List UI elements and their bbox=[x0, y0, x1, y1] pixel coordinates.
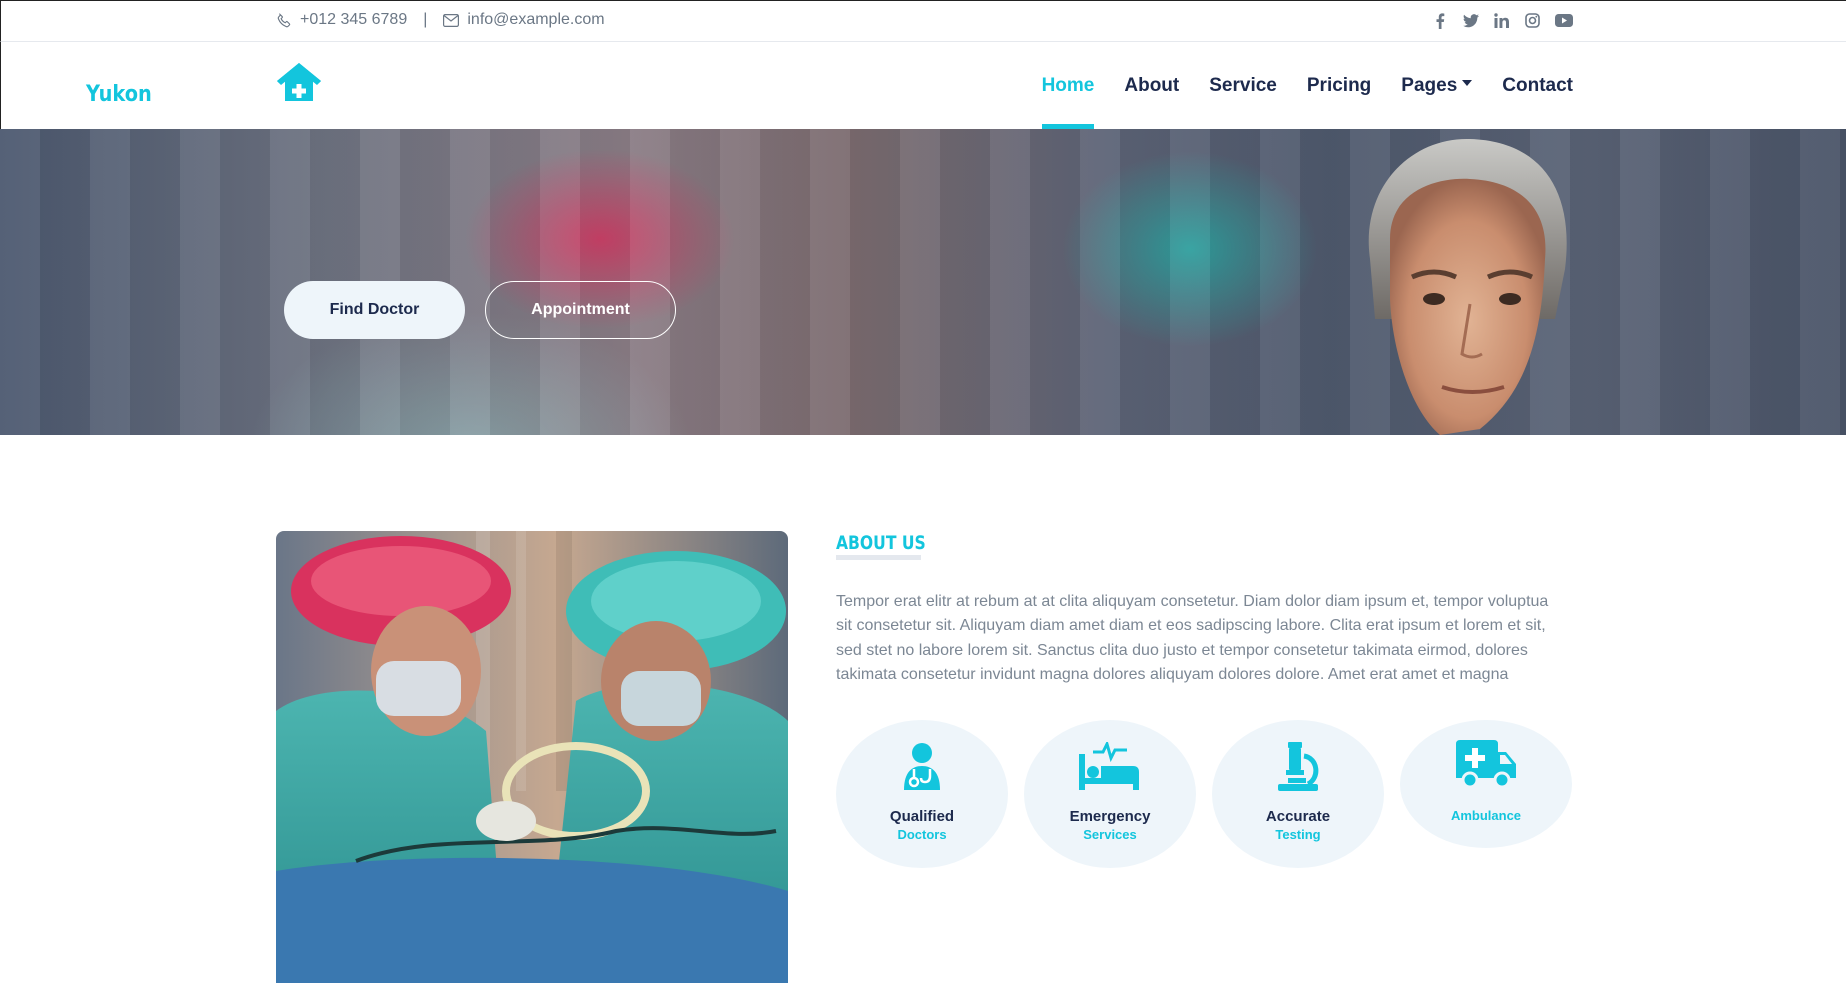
feature-qualified-doctors: Qualified Doctors bbox=[836, 720, 1008, 868]
phone-icon bbox=[277, 12, 292, 28]
nav-pricing[interactable]: Pricing bbox=[1307, 42, 1371, 129]
feature-subtitle: Ambulance bbox=[1450, 808, 1522, 823]
heading-underline bbox=[836, 555, 921, 560]
main-navbar: Yukon Home About Service Pricing Pages C… bbox=[0, 42, 1846, 129]
feature-ambulance: Ambulance bbox=[1400, 720, 1572, 848]
procedures-bed-icon bbox=[1079, 739, 1141, 795]
email-item: info@example.com bbox=[443, 11, 605, 29]
linkedin-icon[interactable] bbox=[1492, 11, 1511, 30]
doctor-portrait-image bbox=[1368, 138, 1567, 435]
nav-home[interactable]: Home bbox=[1041, 42, 1094, 129]
microscope-icon bbox=[1274, 742, 1322, 797]
email-address[interactable]: info@example.com bbox=[467, 11, 604, 29]
feature-subtitle: Doctors bbox=[897, 827, 947, 842]
feature-title: Qualified bbox=[889, 808, 955, 825]
ambulance-icon bbox=[1456, 740, 1516, 793]
nav-about[interactable]: About bbox=[1124, 42, 1179, 129]
topbar: +012 345 6789 | info@example.com bbox=[0, 0, 1846, 42]
feature-subtitle: Testing bbox=[1275, 827, 1321, 842]
contact-info: +012 345 6789 | info@example.com bbox=[277, 11, 605, 29]
find-doctor-button[interactable]: Find Doctor bbox=[284, 281, 465, 339]
caret-down-icon bbox=[1462, 79, 1473, 86]
phone-number: +012 345 6789 bbox=[300, 11, 408, 28]
hospital-house-icon bbox=[276, 62, 322, 107]
brand-logo[interactable] bbox=[276, 62, 322, 107]
envelope-icon bbox=[443, 13, 460, 27]
about-heading: ABOUT US bbox=[836, 532, 926, 554]
hero-banner: Find Doctor Appointment bbox=[0, 129, 1846, 435]
feature-accurate-testing: Accurate Testing bbox=[1212, 720, 1384, 868]
nav-pages-dropdown[interactable]: Pages bbox=[1401, 42, 1473, 129]
nav-contact[interactable]: Contact bbox=[1502, 42, 1573, 129]
phone-item: +012 345 6789 bbox=[277, 11, 407, 29]
nav-service[interactable]: Service bbox=[1209, 42, 1277, 129]
feature-title: Emergency bbox=[1069, 808, 1151, 825]
about-paragraph: Tempor erat elitr at rebum at at clita a… bbox=[836, 593, 1549, 684]
facebook-icon[interactable] bbox=[1430, 11, 1449, 30]
doctor-icon bbox=[900, 742, 944, 795]
social-links bbox=[1430, 11, 1573, 30]
brand-name[interactable]: Yukon bbox=[86, 82, 152, 107]
appointment-button[interactable]: Appointment bbox=[485, 281, 676, 339]
feature-subtitle: Services bbox=[1083, 827, 1137, 842]
main-menu: Home About Service Pricing Pages Contact bbox=[1041, 42, 1573, 129]
surgeons-image bbox=[276, 531, 788, 983]
feature-title: Accurate bbox=[1265, 808, 1331, 825]
nav-pages-label: Pages bbox=[1401, 74, 1458, 96]
contact-separator: | bbox=[423, 11, 428, 28]
feature-emergency-services: Emergency Services bbox=[1024, 720, 1196, 868]
twitter-icon[interactable] bbox=[1461, 11, 1480, 30]
youtube-icon[interactable] bbox=[1554, 11, 1573, 30]
instagram-icon[interactable] bbox=[1523, 11, 1542, 30]
